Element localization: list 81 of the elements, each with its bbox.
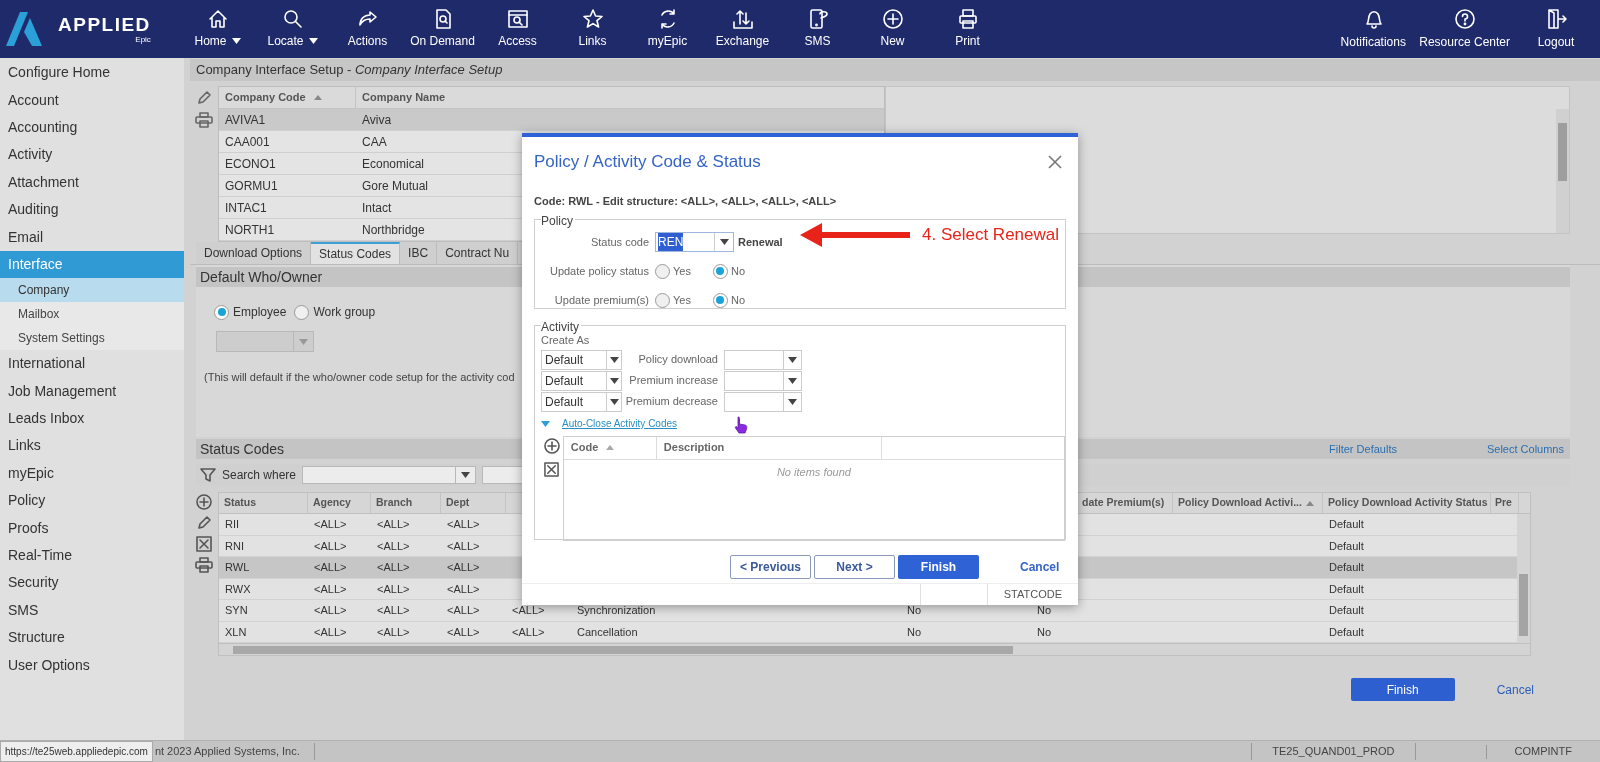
url-tooltip: https://te25web.appliedepic.com [0,741,153,762]
field-label: Create As [541,334,590,348]
annotation-text: 4. Select Renewal [922,224,1060,246]
table-cell-text: INTAC1 [224,199,268,217]
search-label: Search where [222,467,297,484]
table-cell-text: AVIVA1 [224,111,267,129]
table-cell-text: <ALL> [376,517,411,532]
note-text: (This will default if the who/owner code setup for the activity cod [204,370,515,385]
radio-label: No [730,263,745,279]
table-cell-text: <ALL> [446,603,481,618]
table-cell-text: No [906,603,923,618]
radio-label: Yes [673,263,691,279]
table-cell-text: SYN [224,603,249,618]
table-cell-text: <ALL> [376,624,411,640]
table-cell-text: <ALL> [511,603,546,618]
table-cell-text: CAA [362,133,387,151]
field-label: Update premium(s) [553,292,650,308]
table-cell-text: <ALL> [446,624,481,640]
table-cell-text: Cancellation [576,624,639,640]
field-label: Status code [589,234,650,250]
logo-subtext: Epic [135,35,151,44]
table-cell-text: RII [224,517,241,532]
radio-label: Employee [233,304,287,321]
table-cell-text: RWL [224,560,251,575]
table-cell-text: NORTH1 [224,221,276,239]
dialog-title: Policy / Activity Code & Status [534,151,761,173]
table-cell-text: Default [1328,624,1365,640]
table-cell-text: Synchronization [576,603,657,618]
section-title: Default Who/Owner [200,267,323,287]
field-label: Update policy status [548,263,650,279]
radio-label: No [730,292,745,308]
table-cell-text: No [1036,603,1053,618]
empty-message: No items found [776,464,851,480]
radio-label: Work group [313,304,376,321]
table-cell-text: No [906,624,923,640]
table-cell-text: XLN [224,624,248,640]
code-text: COMPINTF [1513,744,1573,760]
selected-text: REN [658,233,684,251]
table-cell-text: <ALL> [511,624,546,640]
table-cell-text: Default [1328,560,1365,575]
status-name: Renewal [738,234,783,250]
copyright-text: nt 2023 Applied Systems, Inc. [152,743,315,760]
field-label: Premium increase [628,373,719,389]
table-cell-text: <ALL> [446,560,481,575]
table-cell-text: Default [1328,538,1365,554]
table-cell-text: Northbridge [362,221,425,239]
table-cell-text: RNI [224,538,245,554]
table-cell-text: Intact [362,199,392,217]
table-cell-text: Default [1328,603,1365,618]
table-cell-text: <ALL> [376,560,411,575]
radio-label: Yes [673,292,691,308]
table-cell-text: <ALL> [446,581,481,597]
table-cell-text: <ALL> [313,560,348,575]
table-cell-text: Aviva [362,111,392,129]
table-cell-text: RWX [224,581,252,597]
table-cell-text: <ALL> [446,517,481,532]
field-label: Premium decrease [624,394,719,410]
table-cell-text: Economical [362,155,425,173]
table-cell-text: <ALL> [313,581,348,597]
table-cell-text: <ALL> [376,581,411,597]
table-cell-text: No [1036,624,1053,640]
table-cell-text: Default [1328,517,1365,532]
page-title: Company Interface Setup - Company Interface Setup [196,61,503,80]
table-cell-text: Gore Mutual [362,177,429,195]
field-label: Policy download [637,352,719,368]
logo-text: APPLIED [58,14,151,34]
table-cell-text: GORMU1 [224,177,279,195]
table-cell-text: <ALL> [313,624,348,640]
table-cell-text: Default [1328,581,1365,597]
table-cell-text: CAA001 [224,133,271,151]
table-cell-text: <ALL> [376,603,411,618]
table-cell-text: <ALL> [376,538,411,554]
table-cell-text: ECONO1 [224,155,277,173]
status-code-text: STATCODE [1002,587,1063,603]
environment-text: TE25_QUAND01_PROD [1251,743,1416,760]
table-cell-text: <ALL> [313,538,348,554]
table-cell-text: <ALL> [446,538,481,554]
table-cell-text: <ALL> [313,603,348,618]
table-cell-text: <ALL> [313,517,348,532]
section-title: Status Codes [200,439,285,459]
code-line: Code: RWL - Edit structure: <ALL>, <ALL>, <ALL>, <ALL> [533,193,837,209]
